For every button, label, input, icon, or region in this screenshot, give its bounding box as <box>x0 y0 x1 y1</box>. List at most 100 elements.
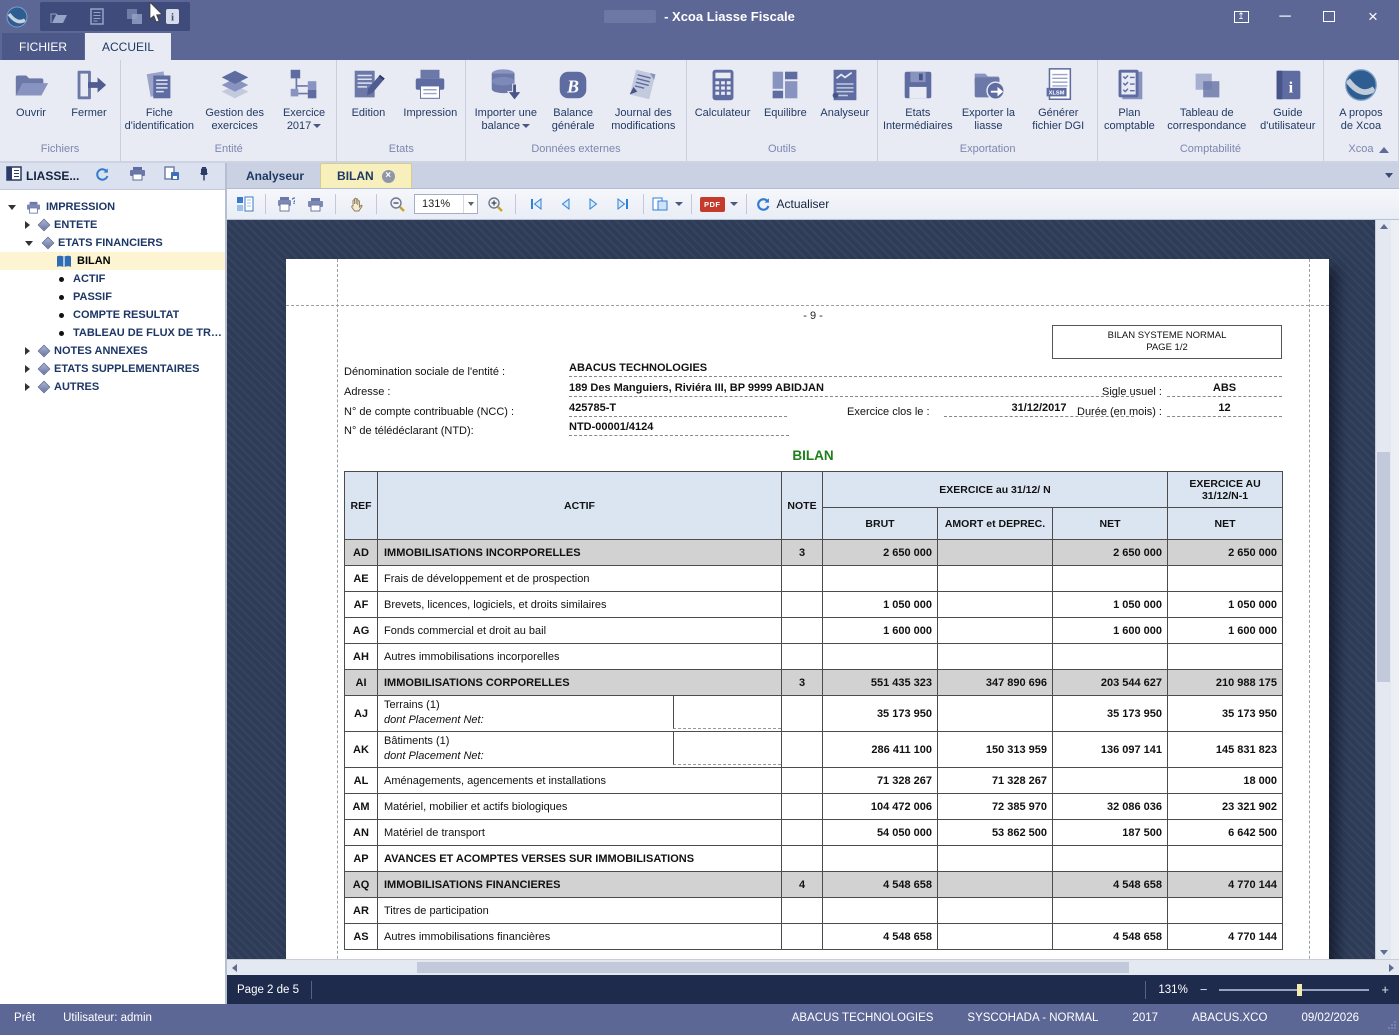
collapsed-expander-icon[interactable] <box>25 221 30 229</box>
export-save-icon[interactable] <box>164 166 180 186</box>
scroll-up-icon[interactable] <box>1380 224 1388 229</box>
ribbon-button-fiche-d-identification[interactable]: Fiche d'identification <box>124 63 195 133</box>
tab-accueil[interactable]: ACCUEIL <box>85 33 171 60</box>
tab-fichier[interactable]: FICHIER <box>2 33 84 60</box>
horizontal-scroll-thumb[interactable] <box>417 962 1129 973</box>
maximize-button[interactable] <box>1315 7 1343 27</box>
table-row-ap[interactable]: APAVANCES ET ACOMPTES VERSES SUR IMMOBIL… <box>345 846 1283 872</box>
print-icon[interactable] <box>129 166 146 186</box>
ribbon-button-impression[interactable]: Impression <box>398 63 462 120</box>
vertical-scroll-thumb[interactable] <box>1377 452 1390 682</box>
qat-folder-icon[interactable] <box>50 10 68 24</box>
zoom-out-icon[interactable] <box>385 192 409 216</box>
tree-item-tableau-de-flux-de-treso[interactable]: TABLEAU DE FLUX DE TRESO... <box>0 324 225 342</box>
minimize-button[interactable]: ─ <box>1271 7 1299 27</box>
combo-caret-icon[interactable] <box>463 195 477 213</box>
ribbon-button-exercice-2017[interactable]: Exercice 2017 <box>275 63 334 133</box>
document-viewer[interactable]: - 9 - BILAN SYSTEME NORMAL PAGE 1/2 Déno… <box>227 220 1399 959</box>
thumbnails-toggle-icon[interactable] <box>233 192 257 216</box>
tree-item-actif[interactable]: ACTIF <box>0 270 225 288</box>
zoom-slider-thumb[interactable] <box>1297 984 1302 996</box>
tree-item-etats-supplementaires[interactable]: ETATS SUPPLEMENTAIRES <box>0 360 225 378</box>
export-pdf-icon[interactable]: PDF <box>700 192 738 216</box>
table-row-af[interactable]: AFBrevets, licences, logiciels, et droit… <box>345 592 1283 618</box>
scroll-right-icon[interactable] <box>1389 964 1394 972</box>
dont-value-cell[interactable] <box>673 732 781 765</box>
resize-grip-icon[interactable] <box>1387 1020 1397 1030</box>
tree-item-bilan[interactable]: BILAN <box>0 252 225 270</box>
dont-value-cell[interactable] <box>673 696 781 729</box>
ribbon-button-a-propos-de-xcoa[interactable]: A propos de Xcoa <box>1327 63 1395 133</box>
zoom-level-combobox[interactable]: 131% <box>414 194 478 214</box>
first-page-icon[interactable] <box>524 192 548 216</box>
tree-item-etats-financiers[interactable]: ETATS FINANCIERS <box>0 234 225 252</box>
collapsed-expander-icon[interactable] <box>25 365 30 373</box>
table-row-aq[interactable]: AQIMMOBILISATIONS FINANCIERES44 548 6584… <box>345 872 1283 898</box>
next-page-icon[interactable] <box>582 192 606 216</box>
table-row-ak[interactable]: AKBâtiments (1)dont Placement Net:286 41… <box>345 732 1283 768</box>
table-row-ae[interactable]: AEFrais de développement et de prospecti… <box>345 566 1283 592</box>
ribbon-pin-button[interactable]: ↥ <box>1227 7 1255 27</box>
zoom-out-button[interactable]: − <box>1200 982 1208 997</box>
collapsed-expander-icon[interactable] <box>25 347 30 355</box>
table-row-an[interactable]: ANMatériel de transport54 050 00053 862 … <box>345 820 1283 846</box>
table-row-ah[interactable]: AHAutres immobilisations incorporelles <box>345 644 1283 670</box>
zoom-in-button[interactable]: + <box>1381 982 1389 997</box>
ribbon-button-ouvrir[interactable]: Ouvrir <box>3 63 59 120</box>
print-button-icon[interactable] <box>303 192 327 216</box>
ribbon-button-plan-comptable[interactable]: Plan comptable <box>1101 63 1158 133</box>
tree-item-compte-resultat[interactable]: COMPTE RESULTAT <box>0 306 225 324</box>
ribbon-button-etats-intermediaires[interactable]: Etats Intermédiaires <box>881 63 954 133</box>
ribbon-button-calculateur[interactable]: Calculateur <box>690 63 756 120</box>
ribbon-button-importer-une-balance[interactable]: Importer une balance <box>469 63 542 133</box>
qat-info-icon[interactable]: i <box>165 8 180 25</box>
tree-item-entete[interactable]: ENTETE <box>0 216 225 234</box>
ribbon-collapse-icon[interactable] <box>1379 147 1389 153</box>
tab-analyseur-doc[interactable]: Analyseur <box>230 163 320 188</box>
tab-bilan-doc[interactable]: BILAN × <box>320 163 412 188</box>
qat-copy-icon[interactable] <box>126 8 143 25</box>
horizontal-scrollbar[interactable] <box>227 959 1399 975</box>
table-row-am[interactable]: AMMatériel, mobilier et actifs biologiqu… <box>345 794 1283 820</box>
expanded-expander-icon[interactable] <box>25 241 33 246</box>
previous-page-icon[interactable] <box>553 192 577 216</box>
scroll-down-icon[interactable] <box>1380 950 1388 955</box>
sync-icon[interactable] <box>94 166 110 187</box>
ribbon-button-fermer[interactable]: Fermer <box>61 63 117 120</box>
ribbon-button-equilibre[interactable]: Equilibre <box>757 63 813 120</box>
ribbon-button-balance-generale[interactable]: BBalance générale <box>544 63 602 133</box>
ribbon-button-exporter-la-liasse[interactable]: Exporter la liasse <box>956 63 1020 133</box>
close-button[interactable]: × <box>1359 7 1387 27</box>
tree-item-passif[interactable]: PASSIF <box>0 288 225 306</box>
xcoa-app-logo-icon[interactable] <box>6 6 28 28</box>
tree-item-impression[interactable]: IMPRESSION <box>0 198 225 216</box>
table-row-ar[interactable]: ARTitres de participation <box>345 898 1283 924</box>
table-row-as[interactable]: ASAutres immobilisations financières4 54… <box>345 924 1283 950</box>
tree-item-autres[interactable]: AUTRES <box>0 378 225 396</box>
ribbon-button-generer-fichier-dgi[interactable]: XLSMGénérer fichier DGI <box>1023 63 1094 133</box>
vertical-scrollbar[interactable] <box>1375 220 1391 959</box>
table-row-al[interactable]: ALAménagements, agencements et installat… <box>345 768 1283 794</box>
ribbon-button-journal-des-modifications[interactable]: Journal des modifications <box>604 63 683 133</box>
ribbon-button-gestion-des-exercices[interactable]: Gestion des exercices <box>197 63 273 133</box>
qat-report-icon[interactable] <box>90 8 104 25</box>
table-row-aj[interactable]: AJTerrains (1)dont Placement Net:35 173 … <box>345 696 1283 732</box>
table-row-ag[interactable]: AGFonds commercial et droit au bail1 600… <box>345 618 1283 644</box>
zoom-slider[interactable] <box>1219 989 1369 991</box>
tree-item-notes-annexes[interactable]: NOTES ANNEXES <box>0 342 225 360</box>
table-row-ai[interactable]: AIIMMOBILISATIONS CORPORELLES3551 435 32… <box>345 670 1283 696</box>
last-page-icon[interactable] <box>611 192 635 216</box>
refresh-button[interactable]: Actualiser <box>755 192 830 216</box>
page-layout-icon[interactable] <box>652 192 683 216</box>
table-row-ad[interactable]: ADIMMOBILISATIONS INCORPORELLES32 650 00… <box>345 540 1283 566</box>
tab-overflow-caret-icon[interactable] <box>1385 173 1393 178</box>
page-setup-icon[interactable]: ? <box>274 192 298 216</box>
scroll-left-icon[interactable] <box>232 964 237 972</box>
expanded-expander-icon[interactable] <box>8 205 16 210</box>
ribbon-button-tableau-de-correspondance[interactable]: Tableau de correspondance <box>1160 63 1254 133</box>
pan-hand-icon[interactable] <box>344 192 368 216</box>
zoom-in-icon[interactable] <box>483 192 507 216</box>
ribbon-button-edition[interactable]: Edition <box>340 63 396 120</box>
collapsed-expander-icon[interactable] <box>25 383 30 391</box>
pin-icon[interactable] <box>198 166 210 186</box>
